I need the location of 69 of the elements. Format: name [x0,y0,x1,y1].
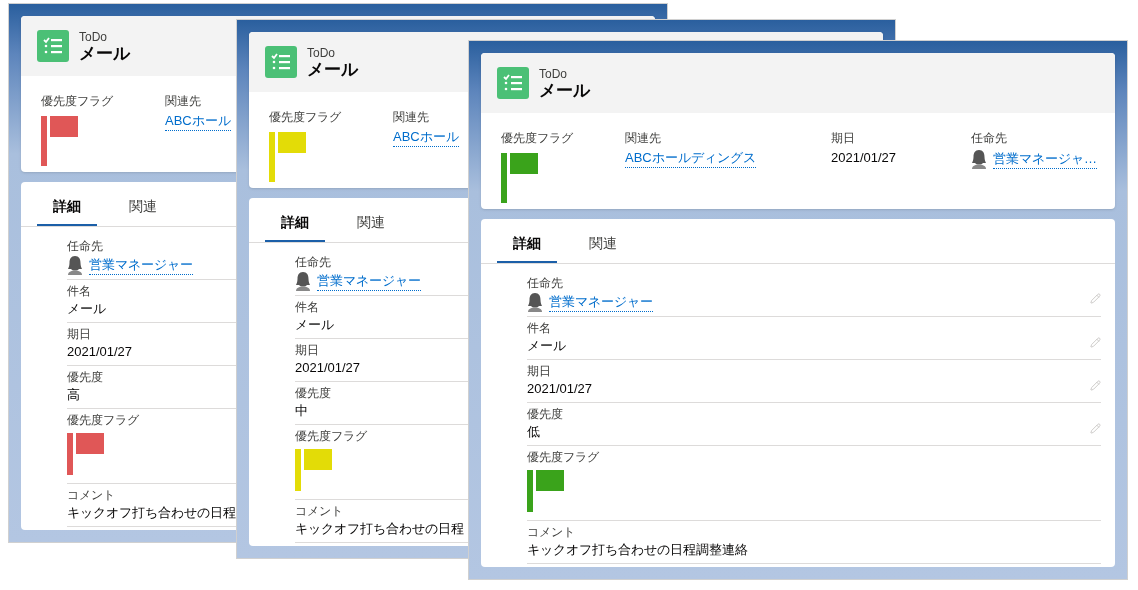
field-label: 関連先 [165,93,202,110]
edit-icon[interactable] [1090,292,1101,304]
field-label: 期日 [295,343,320,357]
record-title: メール [539,81,590,99]
field-label: 任命先 [527,276,564,290]
user-link[interactable]: 営業マネージャー [317,271,421,291]
field-label: 任命先 [971,130,1008,147]
field-label: 優先度フラグ [295,429,367,443]
field-value: キックオフ打ち合わせの日程調整連絡 [527,541,748,559]
field-label: 優先度 [295,386,331,400]
tab[interactable]: 関連 [341,204,401,242]
field-label: 任命先 [67,239,104,253]
field-value: 高 [67,386,81,404]
tab[interactable]: 詳細 [37,188,97,226]
field-label: 件名 [67,284,92,298]
field-label: 優先度フラグ [67,413,139,427]
field-label: 期日 [67,327,92,341]
field-label: コメント [67,488,116,502]
user-link[interactable]: 営業マネージャー [549,292,653,312]
object-type: ToDo [307,46,336,59]
field-label: コメント [295,504,344,518]
field-label: 優先度フラグ [527,450,599,464]
avatar-icon [295,271,311,291]
field-label: 優先度フラグ [269,109,342,126]
field-value: メール [527,337,566,355]
field-value: 低 [527,423,541,441]
field-label: 件名 [295,300,320,314]
task-list-icon [37,30,69,62]
tab[interactable]: 関連 [113,188,173,226]
tab[interactable]: 関連 [573,225,633,263]
avatar-icon [527,292,543,312]
tab[interactable]: 詳細 [265,204,325,242]
related-record-link[interactable]: ABCホール [393,128,459,147]
related-record-link[interactable]: ABCホールディングス [625,149,756,168]
field-value: メール [295,316,334,334]
field-label: 期日 [527,364,552,378]
field-value: 2021/01/27 [527,380,593,398]
edit-icon[interactable] [1090,422,1101,434]
field-label: 関連先 [393,109,430,126]
field-value: キックオフ打ち合わせの日程 [295,520,464,538]
field-value: キックオフ打ち合わせの日程 [67,504,236,522]
avatar-icon [67,255,83,275]
field-value: 2021/01/27 [67,343,133,361]
field-value: 2021/01/27 [831,149,898,167]
object-type: ToDo [79,30,108,43]
related-record-link[interactable]: ABCホール [165,112,231,131]
field-label: コメント [527,525,576,539]
avatar-icon [971,149,987,169]
task-list-icon [265,46,297,78]
field-label: 関連先 [625,130,662,147]
object-type: ToDo [539,67,568,80]
field-value: 中 [295,402,309,420]
field-value: メール [67,300,106,318]
field-value: 2021/01/27 [295,359,361,377]
edit-icon[interactable] [1090,379,1101,391]
field-label: 任命先 [295,255,332,269]
field-label: 優先度フラグ [41,93,114,110]
field-label: 期日 [831,130,856,147]
field-label: 件名 [527,321,552,335]
record-title: メール [79,44,130,62]
task-list-icon [497,67,529,99]
edit-icon[interactable] [1090,336,1101,348]
field-label: 優先度 [67,370,103,384]
field-label: 優先度 [527,407,563,421]
field-label: 優先度フラグ [501,130,574,147]
user-link[interactable]: 営業マネージャ… [993,149,1097,169]
user-link[interactable]: 営業マネージャー [89,255,193,275]
tab[interactable]: 詳細 [497,225,557,263]
record-title: メール [307,60,358,78]
